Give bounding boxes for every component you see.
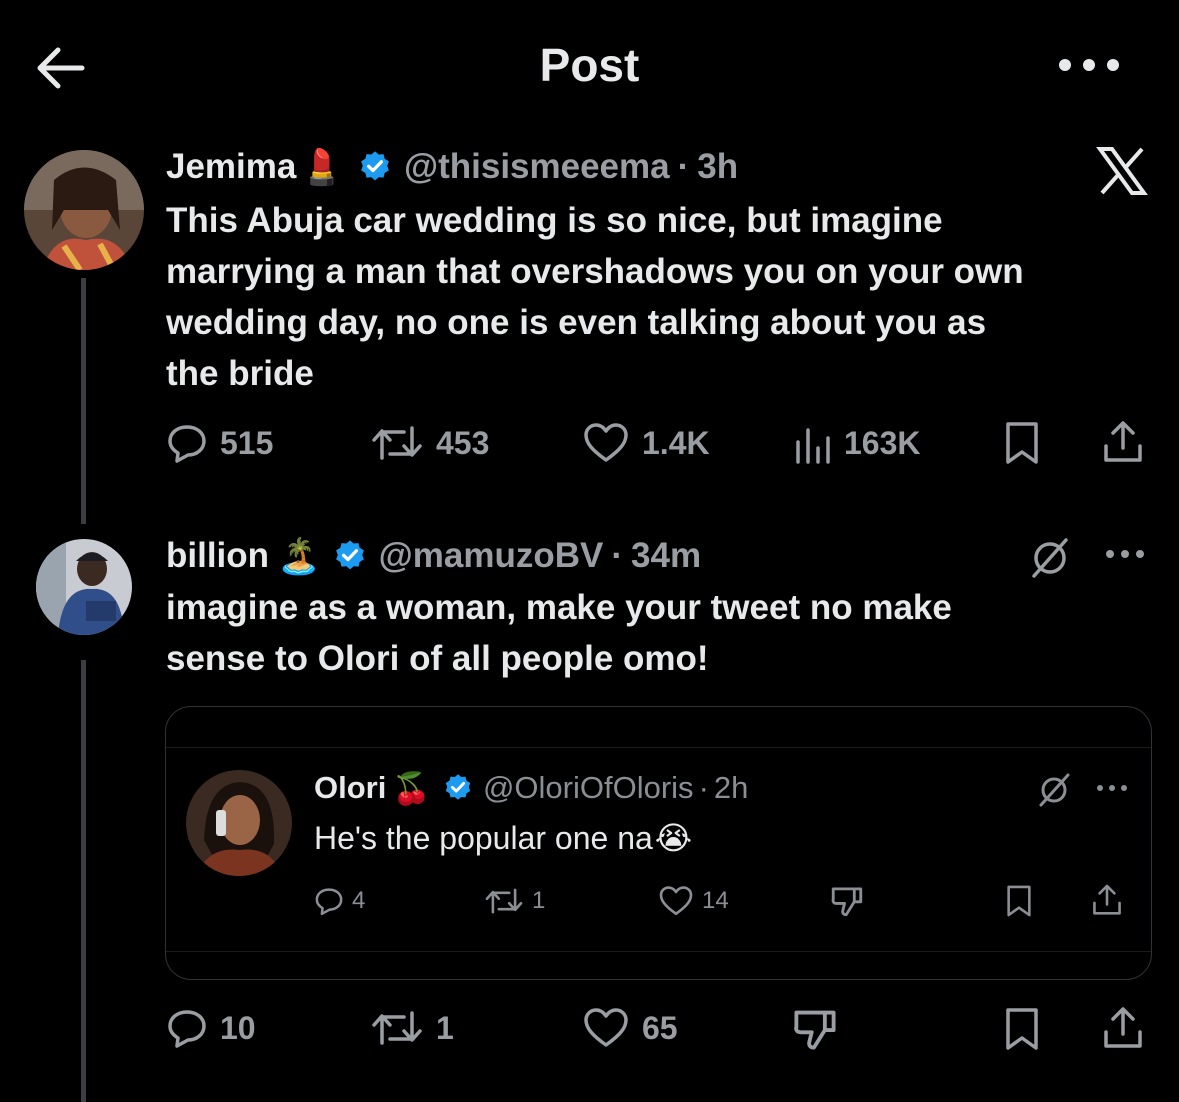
repost-count: 453 <box>436 424 490 461</box>
cherry-emoji: 🍒 <box>392 770 431 806</box>
avatar-olori[interactable] <box>186 770 292 876</box>
grok-icon[interactable] <box>1026 536 1074 580</box>
repost-icon <box>372 426 422 460</box>
quoted-repost-button[interactable]: 1 <box>484 884 545 918</box>
bookmark-icon[interactable] <box>1002 420 1042 466</box>
lipstick-emoji: 💄 <box>300 147 344 187</box>
verified-badge-icon <box>361 151 389 181</box>
reply-icon <box>315 888 343 916</box>
author-name[interactable]: billion <box>166 536 269 576</box>
quote-divider <box>166 747 1151 748</box>
repost-button[interactable]: 1 <box>370 1003 454 1053</box>
dislike-icon[interactable] <box>830 884 864 918</box>
bookmark-icon[interactable] <box>1004 884 1034 918</box>
quoted-author-handle[interactable]: @OloriOfOloris <box>483 770 694 806</box>
reply-button[interactable]: 10 <box>166 1003 256 1053</box>
dislike-icon[interactable] <box>792 1006 838 1052</box>
reply-count: 10 <box>220 1009 256 1046</box>
island-emoji: 🏝️ <box>277 536 321 576</box>
thread-line <box>81 278 86 524</box>
quoted-post-time: 2h <box>713 770 749 805</box>
bookmark-icon[interactable] <box>1002 1006 1042 1052</box>
views-icon <box>796 428 830 464</box>
quoted-like-button[interactable]: 14 <box>658 884 729 918</box>
author-handle[interactable]: @mamuzoBV <box>379 536 604 576</box>
repost-button[interactable]: 453 <box>370 418 489 468</box>
more-options-icon[interactable] <box>1094 780 1130 796</box>
separator-dot: · <box>611 536 624 575</box>
page-title: Post <box>539 39 640 91</box>
post-time: 3h <box>697 147 739 186</box>
verified-badge-icon <box>335 540 364 570</box>
reply-count: 515 <box>220 424 274 461</box>
like-count: 14 <box>702 887 729 914</box>
quoted-reply-button[interactable]: 4 <box>314 884 365 918</box>
share-icon[interactable] <box>1100 418 1146 466</box>
separator-dot: · <box>677 147 690 186</box>
x-logo-icon <box>1096 147 1148 195</box>
separator-dot: · <box>698 770 709 805</box>
quoted-post-text: He's the popular one na 😭 <box>314 819 693 857</box>
repost-icon <box>485 888 523 914</box>
like-button[interactable]: 1.4K <box>582 418 710 468</box>
like-count: 65 <box>642 1009 678 1046</box>
reply-icon <box>168 1010 206 1048</box>
share-icon[interactable] <box>1100 1004 1146 1052</box>
share-icon[interactable] <box>1090 882 1124 918</box>
like-button[interactable]: 65 <box>582 1003 678 1053</box>
author-name[interactable]: Jemima <box>166 147 296 187</box>
views-button[interactable]: 163K <box>792 418 921 468</box>
like-count: 1.4K <box>642 424 710 461</box>
reply-button[interactable]: 515 <box>166 418 273 468</box>
repost-icon <box>372 1011 422 1045</box>
avatar-billion[interactable] <box>36 539 132 635</box>
heart-icon <box>584 1008 628 1047</box>
verified-badge-icon <box>445 774 471 800</box>
avatar-jemima[interactable] <box>24 150 144 270</box>
author-handle[interactable]: @thisismeeema <box>404 147 670 187</box>
crying-emoji: 😭 <box>654 820 693 856</box>
quote-divider <box>166 951 1151 952</box>
heart-icon <box>584 423 628 462</box>
grok-icon[interactable] <box>1034 772 1074 808</box>
post-text: This Abuja car wedding is so nice, but i… <box>166 201 1024 393</box>
repost-count: 1 <box>436 1009 454 1046</box>
post-text: imagine as a woman, make your tweet no m… <box>166 588 952 678</box>
views-count: 163K <box>844 424 921 461</box>
repost-count: 1 <box>532 887 546 914</box>
reply-icon <box>168 425 206 463</box>
thread-line <box>81 660 86 1102</box>
heart-icon <box>659 886 693 916</box>
reply-count: 4 <box>352 887 366 914</box>
quoted-author-name[interactable]: Olori <box>314 770 386 806</box>
more-options-icon[interactable] <box>1049 50 1129 80</box>
post-time: 34m <box>631 536 702 575</box>
more-options-icon[interactable] <box>1102 544 1148 564</box>
